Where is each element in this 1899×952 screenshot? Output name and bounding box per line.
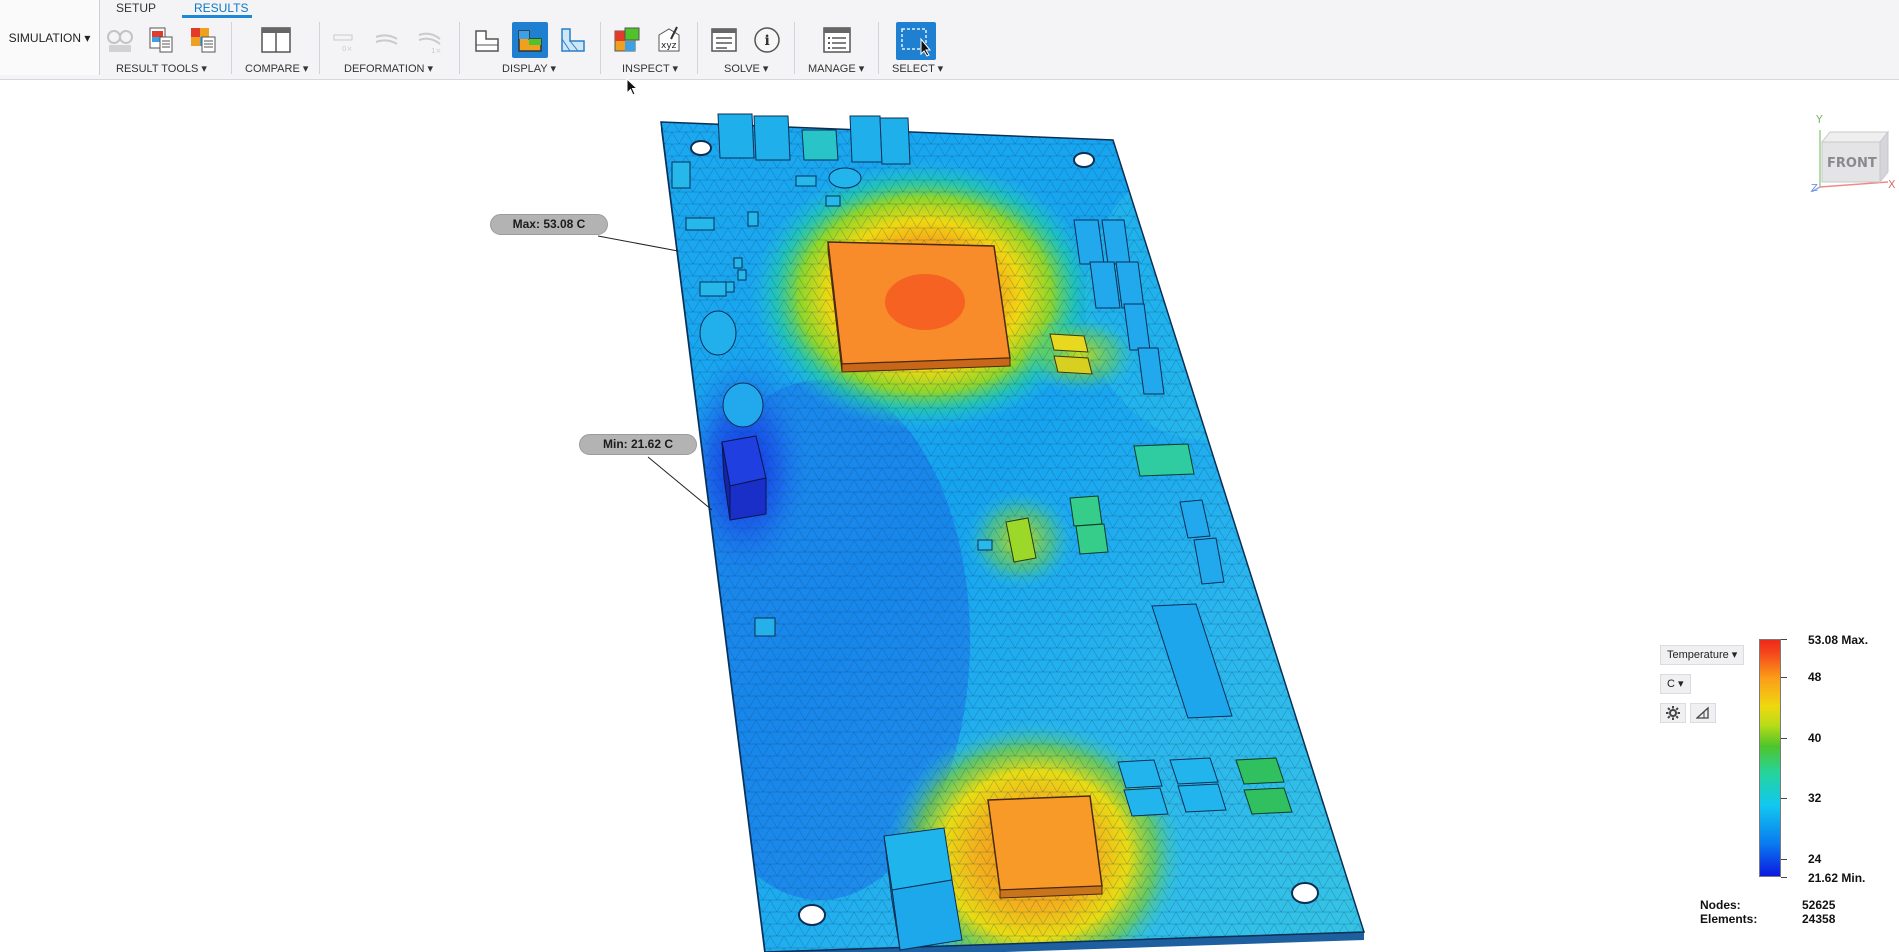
toolbar-divider: [319, 22, 320, 74]
legend-tick: [1781, 677, 1787, 679]
job-status-icon[interactable]: [706, 22, 742, 58]
legend-tick: [1781, 877, 1787, 878]
deformation-scale-0x-icon[interactable]: 0×: [327, 22, 363, 58]
viewcube-face-label: FRONT: [1827, 156, 1877, 171]
toolbar-divider: [600, 22, 601, 74]
legend-min-label: 21.62 Min.: [1808, 871, 1866, 885]
result-report-icon[interactable]: [143, 22, 179, 58]
group-result-tools[interactable]: RESULT TOOLS ▾: [116, 62, 207, 75]
legend-scale-button[interactable]: [1690, 703, 1716, 723]
surface-probe-icon[interactable]: [609, 22, 645, 58]
group-select[interactable]: SELECT ▾: [892, 62, 943, 75]
elements-label: Elements:: [1700, 912, 1758, 926]
result-details-icon[interactable]: [185, 22, 221, 58]
group-inspect[interactable]: INSPECT ▾: [622, 62, 678, 75]
info-glyph: i: [765, 33, 770, 49]
display-mesh-icon[interactable]: [555, 22, 591, 58]
nodes-value: 52625: [1802, 898, 1836, 912]
legend-tick: [1781, 639, 1787, 640]
cold-component[interactable]: [721, 435, 767, 521]
ramp-icon: [1695, 706, 1709, 719]
animate-icon[interactable]: [102, 22, 138, 58]
thermal-result-model[interactable]: [0, 80, 1899, 952]
select-window-icon[interactable]: [896, 22, 936, 60]
compare-icon[interactable]: [258, 22, 294, 58]
toolbar-divider: [459, 22, 460, 74]
deformation-scale-adjusted-icon[interactable]: [370, 22, 406, 58]
xyz-label: xyz: [661, 41, 677, 51]
group-deformation[interactable]: DEFORMATION ▾: [344, 62, 433, 75]
mouse-cursor-icon: [626, 78, 639, 96]
toolbar-divider: [794, 22, 795, 74]
app-window: SIMULATION ▾ SETUP RESULTS RESULT TOOLS …: [0, 0, 1899, 952]
legend-settings-button[interactable]: [1660, 703, 1686, 723]
display-model-icon[interactable]: [469, 22, 505, 58]
group-solve[interactable]: SOLVE ▾: [724, 62, 768, 75]
tab-setup[interactable]: SETUP: [116, 0, 156, 17]
workspace-switcher[interactable]: SIMULATION ▾: [0, 0, 100, 75]
info-icon[interactable]: i: [749, 22, 785, 58]
toolbar-divider: [231, 22, 232, 74]
elements-value: 24358: [1802, 912, 1836, 926]
legend-tick: [1781, 798, 1787, 800]
group-display[interactable]: DISPLAY ▾: [502, 62, 556, 75]
unit-dropdown[interactable]: C ▾: [1660, 674, 1691, 694]
legend-tick: [1781, 737, 1787, 739]
active-tab-indicator: [182, 15, 252, 18]
legend-max-label: 53.08 Max.: [1808, 633, 1869, 647]
toolbar-divider: [878, 22, 879, 74]
gear-icon: [1666, 706, 1680, 720]
view-cube[interactable]: FRONT Y X Z: [1800, 102, 1896, 195]
axis-x-label: X: [1888, 178, 1895, 191]
min-leader-line: [647, 456, 713, 511]
model-viewport[interactable]: Max: 53.08 C Min: 21.62 C FRONT Y X Z Te: [0, 78, 1899, 952]
max-probe-label[interactable]: Max: 53.08 C: [490, 214, 608, 235]
toolbar-divider: [697, 22, 698, 74]
min-probe-label[interactable]: Min: 21.62 C: [579, 434, 697, 455]
legend-tick-label: 40: [1808, 730, 1822, 745]
axis-z-label: Z: [1811, 183, 1818, 192]
manage-settings-icon[interactable]: [819, 22, 855, 58]
deformation-scale-actual-icon[interactable]: 1×: [413, 22, 449, 58]
group-manage[interactable]: MANAGE ▾: [808, 62, 864, 75]
legend-colorbar: [1759, 639, 1781, 877]
nodes-label: Nodes:: [1700, 898, 1741, 912]
result-legend: Temperature ▾ C ▾ 53.08 Max. 21.62 Min. …: [1656, 545, 1896, 885]
legend-tick-label: 32: [1808, 791, 1822, 806]
point-probe-xyz-icon[interactable]: xyz: [652, 22, 688, 58]
svg-text:1×: 1×: [431, 47, 441, 55]
display-contour-icon[interactable]: [512, 22, 548, 58]
max-leader-line: [597, 235, 679, 252]
legend-tick-label: 24: [1808, 851, 1822, 866]
processor-chip[interactable]: [827, 241, 1011, 373]
legend-tick: [1781, 858, 1787, 860]
group-compare[interactable]: COMPARE ▾: [245, 62, 308, 75]
axis-y-label: Y: [1815, 113, 1823, 126]
ribbon-toolbar: SIMULATION ▾ SETUP RESULTS RESULT TOOLS …: [0, 0, 1899, 80]
power-chip[interactable]: [987, 795, 1103, 899]
legend-tick-label: 48: [1808, 670, 1822, 685]
svg-text:0×: 0×: [342, 45, 352, 53]
result-quantity-dropdown[interactable]: Temperature ▾: [1660, 645, 1745, 665]
